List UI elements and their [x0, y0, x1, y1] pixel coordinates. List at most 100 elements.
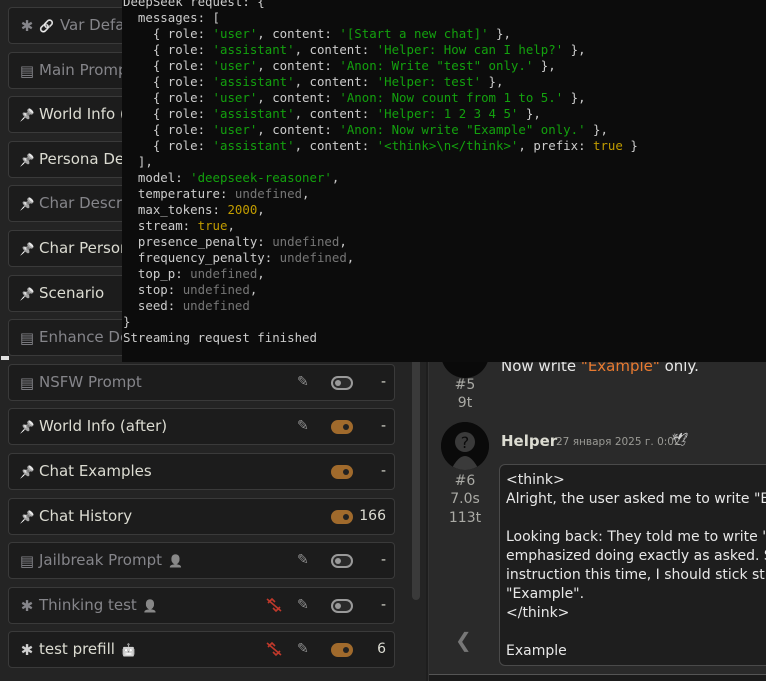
pencil-icon[interactable]: ✎	[297, 597, 313, 613]
console-line: top_p: undefined,	[123, 266, 265, 281]
prompt-token-count: -	[380, 596, 386, 613]
pin-icon: 📌	[19, 465, 35, 479]
prompt-label-text: Main Promp	[39, 60, 128, 79]
document-icon: ▤	[19, 329, 35, 348]
prompt-token-count: -	[380, 552, 386, 569]
console-window: DeepSeek request: { messages: [ { role: …	[122, 0, 766, 362]
unlink-icon	[265, 597, 283, 615]
prompt-row[interactable]: 📌 Chat Examples -	[8, 453, 395, 490]
prompt-row[interactable]: ▤ Jailbreak Prompt 👤 ✎ -	[8, 542, 395, 580]
prompt-label[interactable]: Persona Des	[39, 150, 132, 168]
reply-text[interactable]: <think> Alright, the user asked me to wr…	[499, 464, 766, 666]
prompt-label-text: Persona Des	[39, 149, 132, 168]
prompt-label[interactable]: 🔗 Var Defa	[39, 16, 124, 34]
prompt-label-text: Jailbreak Prompt	[39, 551, 162, 570]
console-line: messages: [	[123, 10, 220, 25]
pin-icon: 📌	[19, 420, 35, 435]
prompt-token-count: -	[380, 418, 386, 435]
user-icon: 👤	[142, 598, 158, 613]
prev-message-tokens: 9t	[457, 395, 473, 411]
prompt-row[interactable]: ✱ Thinking test 👤 ✎ -	[8, 586, 395, 624]
prompt-label[interactable]: test prefill 🤖	[39, 640, 136, 658]
prompt-toggle[interactable]	[331, 465, 353, 479]
chevron-left-icon[interactable]: ❮	[455, 628, 472, 652]
console-line: seed: undefined	[123, 298, 250, 313]
console-line: model: 'deepseek-reasoner',	[123, 170, 340, 185]
prompt-label[interactable]: World Info (after)	[39, 417, 167, 435]
prompt-label-text: Chat Examples	[39, 462, 152, 480]
console-line: presence_penalty: undefined,	[123, 234, 347, 249]
pin-icon: 📌	[19, 108, 35, 123]
asterisk-icon: ✱	[20, 17, 34, 35]
prompt-row[interactable]: ✱ test prefill 🤖 ✎ 6	[8, 631, 395, 669]
prompt-label[interactable]: Enhance De	[39, 328, 129, 346]
reply-id: #6	[454, 473, 476, 489]
prompt-toggle[interactable]	[331, 375, 353, 390]
prompt-label-text: Enhance De	[39, 328, 130, 347]
pin-icon: 📌	[19, 197, 35, 212]
prompt-toggle[interactable]	[331, 643, 353, 658]
unlink-icon	[265, 641, 283, 659]
pencil-icon[interactable]: ✎	[297, 418, 313, 434]
console-line: stop: undefined,	[123, 282, 258, 297]
reply-tokens: 113t	[448, 510, 482, 526]
prompt-toggle[interactable]	[331, 509, 353, 524]
document-icon: ▤	[19, 552, 35, 571]
console-line: ],	[123, 154, 153, 169]
console-line: frequency_penalty: undefined,	[123, 250, 355, 265]
console-line: { role: 'user', content: 'Anon: Now writ…	[123, 122, 608, 137]
prompt-toggle[interactable]	[331, 554, 353, 569]
console-line: stream: true,	[123, 218, 235, 233]
prompt-label[interactable]: Chat History	[39, 507, 132, 525]
pin-icon: 📌	[19, 286, 35, 301]
pin-icon: 📌	[19, 509, 35, 524]
prompt-row[interactable]: 📌 Chat History 166	[8, 497, 395, 535]
console-line: }	[123, 314, 131, 329]
robot-icon: 🤖	[120, 643, 136, 658]
pencil-icon[interactable]: ✎	[297, 552, 313, 568]
prompt-label-text: World Info (after)	[39, 417, 168, 436]
reply-timestamp: 27 января 2025 г. 0:02	[556, 436, 681, 448]
helper-avatar[interactable]: ?	[441, 422, 489, 470]
reply-author: Helper	[501, 432, 558, 450]
prompt-label[interactable]: NSFW Prompt	[39, 373, 142, 391]
prompt-row[interactable]: ▤ NSFW Prompt ✎ -	[8, 363, 395, 401]
reply-duration: 7.0s	[450, 491, 480, 507]
prompt-row[interactable]: 📌 World Info (after) ✎ -	[8, 408, 395, 446]
prompt-label[interactable]: Chat Examples	[39, 462, 152, 480]
prompt-token-count: 6	[377, 641, 386, 658]
link-icon: 🔗	[39, 19, 54, 33]
pencil-icon[interactable]: ✎	[297, 374, 313, 390]
document-icon: ▤	[19, 61, 35, 80]
document-icon: ▤	[19, 373, 35, 392]
console-line: { role: 'assistant', content: '<think>\n…	[123, 138, 638, 153]
asterisk-icon: ✱	[20, 641, 34, 660]
console-line: DeepSeek request: {	[123, 0, 265, 9]
console-line: { role: 'assistant', content: 'Helper: 1…	[123, 106, 541, 121]
prev-message-id: #5	[454, 377, 476, 393]
console-line: { role: 'assistant', content: 'Helper: H…	[123, 42, 586, 57]
prompt-toggle[interactable]	[331, 420, 353, 435]
prompt-label[interactable]: World Info (	[39, 105, 126, 123]
prompt-label[interactable]: Char Person	[39, 239, 130, 257]
prompt-toggle[interactable]	[331, 598, 353, 613]
console-cursor	[1, 356, 9, 360]
console-line: temperature: undefined,	[123, 186, 310, 201]
prompt-label-text: Thinking test	[39, 595, 137, 614]
prompt-label-text: test prefill	[39, 640, 115, 659]
prompt-label[interactable]: Jailbreak Prompt 👤	[39, 551, 183, 569]
prompt-label-text: Scenario	[39, 283, 105, 302]
prompt-label[interactable]: Scenario	[39, 284, 104, 302]
prompt-label-text: Var Defa	[59, 16, 125, 34]
prompt-label[interactable]: Thinking test 👤	[39, 596, 158, 614]
prompt-label-text: NSFW Prompt	[39, 372, 142, 391]
prompt-label-text: Chat History	[39, 506, 133, 525]
chat-input-bar[interactable]	[429, 674, 766, 681]
prompt-token-count: -	[380, 463, 386, 479]
console-line: { role: 'assistant', content: 'Helper: t…	[123, 74, 504, 89]
pencil-icon[interactable]: ✎	[297, 641, 313, 657]
prompt-label[interactable]: Main Promp	[39, 61, 128, 79]
dove-icon: 🕊	[672, 433, 689, 448]
asterisk-icon: ✱	[20, 596, 34, 615]
prompt-label-text: World Info (	[39, 105, 126, 124]
